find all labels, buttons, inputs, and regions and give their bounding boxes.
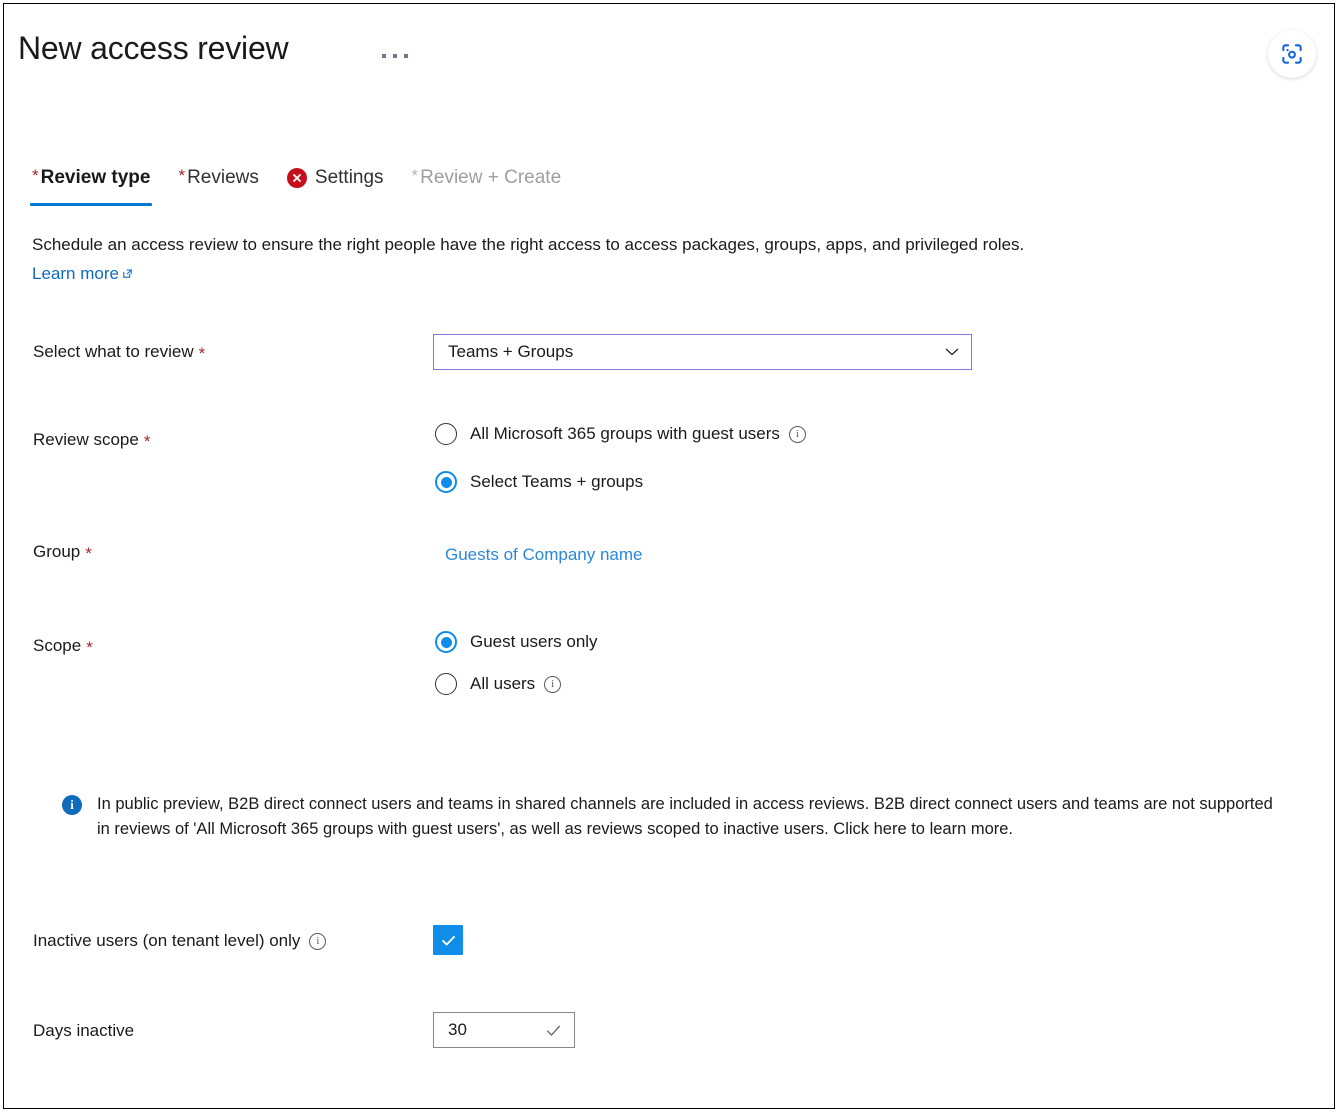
tab-reviews[interactable]: * Reviews [176,158,260,206]
label-review-scope: Review scope * [33,430,150,450]
tab-label: Review + Create [420,167,561,189]
checkmark-icon [544,1021,563,1040]
ellipsis-dot [382,54,386,58]
required-star: * [32,167,39,184]
required-star: * [144,433,151,450]
blade-description: Schedule an access review to ensure the … [32,230,1262,288]
required-star: * [85,545,92,562]
radio-option-guest-users-only[interactable]: Guest users only [435,623,598,661]
field-label-text: Days inactive [33,1021,134,1041]
close-x-glyph [291,172,303,184]
field-label-text: Group [33,542,80,562]
page-title: New access review [18,30,288,67]
label-group: Group * [33,542,92,562]
radio-label: All Microsoft 365 groups with guest user… [470,424,780,444]
radio-label: Select Teams + groups [470,472,643,492]
info-glyph: i [70,797,74,813]
learn-more-link[interactable]: Learn more [32,259,134,288]
label-inactive-users: Inactive users (on tenant level) only i [33,931,326,951]
group-value-link[interactable]: Guests of Company name [445,545,642,565]
ellipsis-dot [404,54,408,58]
scope-radio-group: Guest users only All users i [435,623,598,703]
label-scope: Scope * [33,636,93,656]
label-days-inactive: Days inactive [33,1021,134,1041]
radio-indicator [435,471,457,493]
required-star: * [412,167,419,184]
info-banner-text: In public preview, B2B direct connect us… [97,792,1284,842]
chevron-down-icon [943,343,961,361]
field-label-text: Select what to review [33,342,194,362]
info-icon[interactable]: i [309,933,326,950]
tab-label: Review type [41,167,151,189]
radio-label: Guest users only [470,632,598,652]
tab-review-type[interactable]: * Review type [30,158,152,206]
external-link-icon [121,267,134,280]
tab-bar: * Review type * Reviews Settings * Revie… [30,162,587,206]
info-icon[interactable]: i [789,426,806,443]
days-inactive-value: 30 [448,1020,544,1040]
info-icon: i [62,795,82,815]
select-what-to-review-dropdown[interactable]: Teams + Groups [433,334,972,370]
required-star: * [199,345,206,362]
dropdown-selected-value: Teams + Groups [448,342,943,362]
radio-option-select-teams-groups[interactable]: Select Teams + groups [435,463,806,501]
required-star: * [178,167,185,184]
error-icon [287,168,307,188]
radio-label: All users [470,674,535,694]
tab-label: Reviews [187,167,259,189]
radio-option-all-m365-groups[interactable]: All Microsoft 365 groups with guest user… [435,415,806,453]
label-select-what-to-review: Select what to review * [33,342,205,362]
radio-indicator [435,631,457,653]
learn-more-label: Learn more [32,259,119,288]
days-inactive-input[interactable]: 30 [433,1012,575,1048]
tab-review-create[interactable]: * Review + Create [410,158,564,206]
radio-indicator [435,423,457,445]
review-scope-radio-group: All Microsoft 365 groups with guest user… [435,415,806,501]
more-commands-button[interactable] [380,44,410,68]
blade-panel: New access review * Review type [3,3,1335,1109]
checkmark-icon [439,931,458,950]
tab-settings[interactable]: Settings [285,158,386,206]
blade-header: New access review [4,4,1334,114]
field-label-text: Scope [33,636,81,656]
field-label-text: Inactive users (on tenant level) only [33,931,300,951]
field-label-text: Review scope [33,430,139,450]
radio-indicator [435,673,457,695]
tab-label: Settings [315,167,384,189]
info-icon[interactable]: i [544,676,561,693]
description-text: Schedule an access review to ensure the … [32,235,1024,254]
tab-active-underline [30,203,152,206]
required-star: * [86,639,93,656]
inactive-users-checkbox[interactable] [433,925,463,955]
screenshot-capture-icon [1279,41,1305,67]
ellipsis-dot [393,54,397,58]
radio-option-all-users[interactable]: All users i [435,665,598,703]
screenshot-capture-button[interactable] [1268,30,1316,78]
info-banner: i In public preview, B2B direct connect … [62,792,1284,842]
